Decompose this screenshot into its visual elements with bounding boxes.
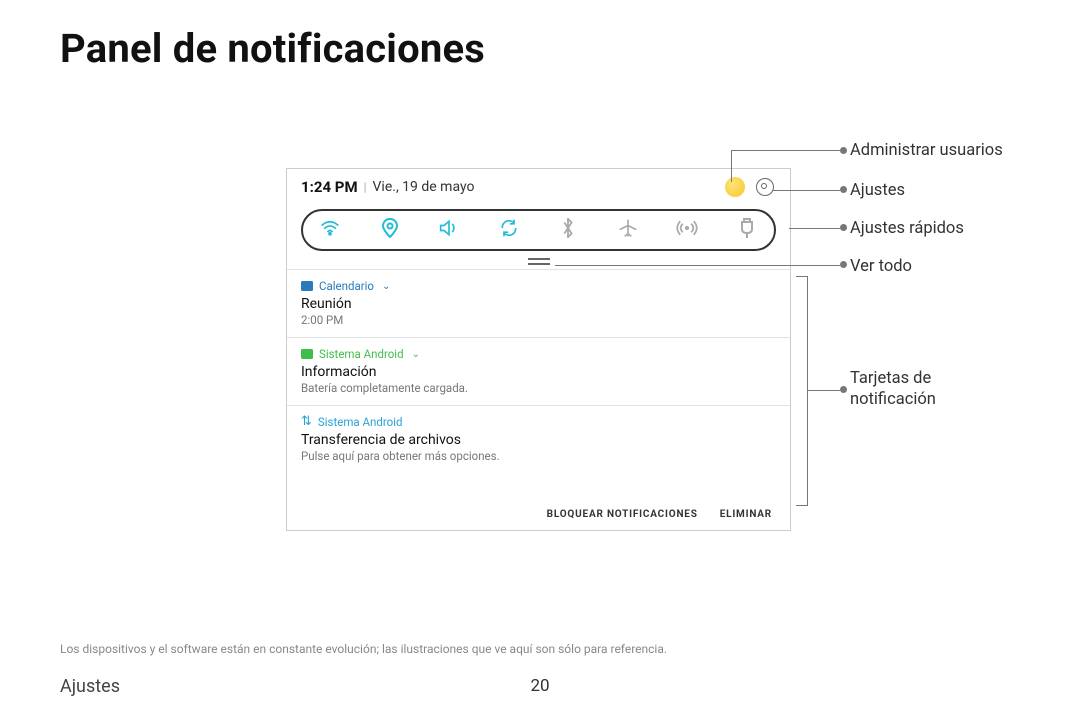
page-number: 20: [0, 676, 1080, 696]
leader-dot: [840, 261, 847, 268]
separator: |: [364, 180, 367, 194]
callout-cards: Tarjetas de notificación: [850, 368, 970, 411]
block-notifications-button[interactable]: BLOQUEAR NOTIFICACIONES: [547, 509, 698, 520]
notification-card[interactable]: Sistema Android ⌄ Información Batería co…: [287, 337, 790, 405]
notification-app-label: Calendario: [319, 279, 374, 293]
notification-subtitle: Batería completamente cargada.: [301, 381, 776, 395]
sync-icon[interactable]: [496, 218, 522, 242]
notification-subtitle: 2:00 PM: [301, 313, 776, 327]
notification-title: Información: [301, 364, 776, 380]
panel-header: 1:24 PM | Vie., 19 de mayo: [287, 169, 790, 205]
notification-title: Transferencia de archivos: [301, 432, 776, 448]
settings-button[interactable]: [754, 176, 776, 198]
notification-app-row: Sistema Android ⌄: [301, 347, 776, 361]
status-date: Vie., 19 de mayo: [373, 179, 475, 195]
calendar-app-icon: [301, 281, 313, 291]
page-title: Panel de notificaciones: [60, 25, 485, 72]
notification-panel: 1:24 PM | Vie., 19 de mayo: [286, 168, 791, 531]
location-icon[interactable]: [377, 218, 403, 242]
callout-users: Administrar usuarios: [850, 140, 1003, 161]
manage-users-button[interactable]: [724, 176, 746, 198]
gear-icon: [756, 178, 774, 196]
notification-card[interactable]: ⇅ Sistema Android Transferencia de archi…: [287, 405, 790, 473]
notification-subtitle: Pulse aquí para obtener más opciones.: [301, 449, 776, 463]
leader-bracket: [796, 276, 808, 506]
leader-dot: [840, 186, 847, 193]
expand-handle[interactable]: [287, 251, 790, 269]
leader-dot: [840, 386, 847, 393]
callout-settings: Ajustes: [850, 180, 905, 201]
callout-see-all: Ver todo: [850, 256, 912, 277]
usb-app-icon: ⇅: [301, 417, 312, 427]
leader-dot: [840, 224, 847, 231]
notification-title: Reunión: [301, 296, 776, 312]
leader-line: [772, 190, 840, 191]
drag-handle-icon: [528, 256, 550, 265]
chevron-down-icon[interactable]: ⌄: [382, 281, 390, 292]
chevron-down-icon[interactable]: ⌄: [412, 349, 420, 360]
hotspot-icon[interactable]: [674, 219, 700, 241]
panel-footer: BLOQUEAR NOTIFICACIONES ELIMINAR: [287, 499, 790, 530]
clear-all-button[interactable]: ELIMINAR: [720, 509, 772, 520]
wifi-icon[interactable]: [317, 220, 343, 240]
airplane-icon[interactable]: [615, 218, 641, 242]
notification-app-row: ⇅ Sistema Android: [301, 415, 776, 429]
footnote: Los dispositivos y el software están en …: [60, 642, 1020, 656]
notification-app-row: Calendario ⌄: [301, 279, 776, 293]
user-icon: [725, 177, 745, 197]
leader-line: [731, 150, 840, 151]
leader-line: [789, 228, 840, 229]
leader-line: [555, 265, 840, 266]
android-app-icon: [301, 349, 313, 359]
status-time: 1:24 PM: [301, 178, 358, 196]
leader-line: [731, 151, 732, 182]
notification-app-label: Sistema Android: [318, 415, 403, 429]
callout-quick: Ajustes rápidos: [850, 218, 964, 239]
sound-icon[interactable]: [436, 219, 462, 241]
leader-line: [807, 390, 840, 391]
notification-app-label: Sistema Android: [319, 347, 404, 361]
power-share-icon[interactable]: [734, 217, 760, 243]
notification-card[interactable]: Calendario ⌄ Reunión 2:00 PM: [287, 269, 790, 337]
leader-dot: [840, 147, 847, 154]
bluetooth-icon[interactable]: [555, 218, 581, 242]
quick-settings-bar[interactable]: [301, 209, 776, 251]
